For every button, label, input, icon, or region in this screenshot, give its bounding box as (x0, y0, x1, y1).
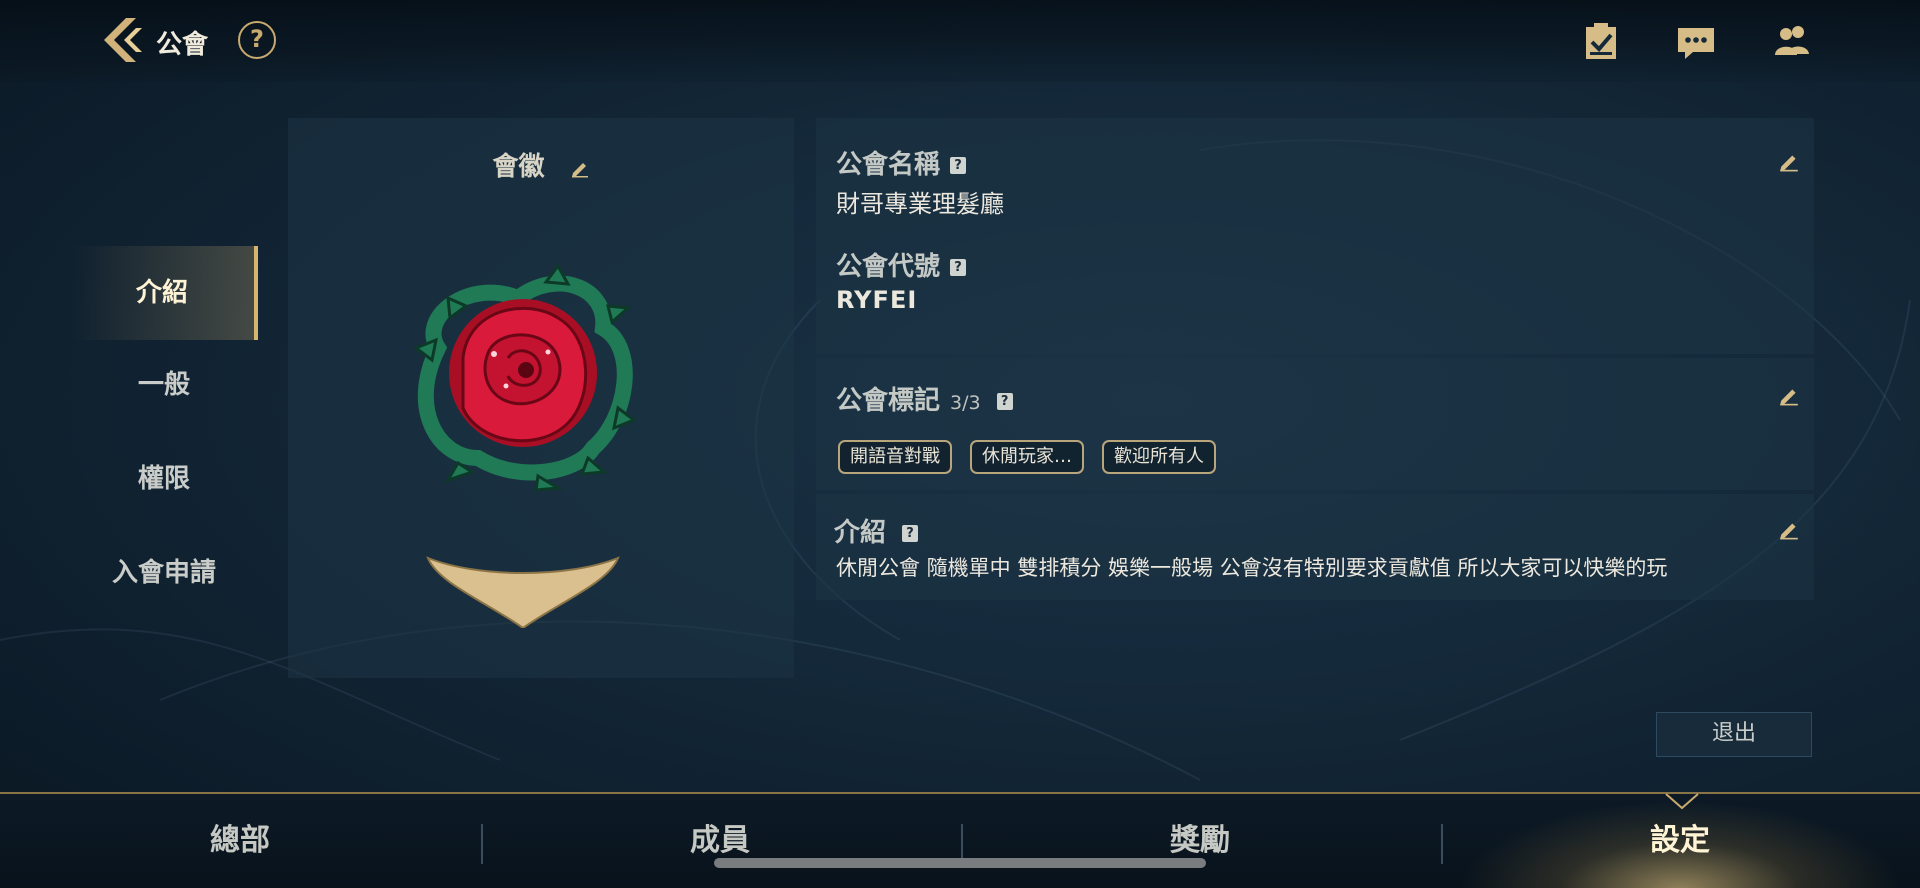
help-button[interactable]: ? (238, 21, 276, 59)
exit-guild-button[interactable]: 退出 (1656, 712, 1812, 757)
guild-name-label-row: 公會名稱? (836, 144, 967, 181)
guild-intro-panel: 介紹? 休閒公會 隨機單中 雙排積分 娛樂一般場 公會沒有特別要求貢獻值 所以大… (816, 494, 1814, 600)
guild-code-help-icon[interactable]: ? (950, 259, 967, 276)
edit-guild-name-icon[interactable] (1778, 150, 1800, 172)
guild-tags-help-icon[interactable]: ? (996, 393, 1013, 410)
emblem-panel: 會徽 (288, 118, 794, 678)
guild-intro-help-icon[interactable]: ? (902, 525, 919, 542)
emblem-title: 會徽 (492, 152, 545, 182)
guild-name-help-icon[interactable]: ? (950, 157, 967, 174)
guild-intro-label: 介紹 (834, 518, 887, 548)
tab-members[interactable]: 成員 (480, 794, 960, 888)
guild-tag[interactable]: 開語音對戰 (838, 440, 952, 474)
top-bar: 公會 ? (0, 0, 1920, 82)
edit-guild-tags-icon[interactable] (1778, 384, 1800, 406)
sidebar-item-join-requests[interactable]: 入會申請 (70, 526, 258, 620)
sidebar-item-intro[interactable]: 介紹 (70, 246, 258, 340)
chat-icon (1678, 28, 1714, 59)
guild-code-label-row: 公會代號? (836, 246, 967, 283)
home-indicator[interactable] (714, 858, 1206, 868)
tab-headquarters[interactable]: 總部 (0, 794, 480, 888)
sidebar-item-permissions[interactable]: 權限 (70, 432, 258, 526)
active-tab-caret-icon (1665, 793, 1699, 810)
guild-tag[interactable]: 休閒玩家… (970, 440, 1084, 474)
guild-name-value: 財哥專業理髮廳 (836, 190, 1004, 218)
rose-emblem-image (412, 263, 638, 628)
emblem-header: 會徽 (288, 146, 794, 183)
checklist-icon (1586, 23, 1616, 59)
guild-tags-count: 3/3 (950, 392, 981, 414)
guild-tags-panel: 公會標記 3/3? 開語音對戰 休閒玩家… 歡迎所有人 (816, 358, 1814, 490)
tab-rewards[interactable]: 獎勵 (960, 794, 1440, 888)
guild-name-label: 公會名稱 (836, 150, 941, 180)
checklist-button[interactable] (1580, 20, 1622, 62)
guild-identity-panel: 公會名稱? 財哥專業理髮廳 公會代號? RYFEI (816, 118, 1814, 354)
edit-guild-intro-icon[interactable] (1778, 518, 1800, 540)
guild-tags-label: 公會標記 (836, 386, 941, 416)
friends-button[interactable] (1771, 20, 1813, 62)
guild-intro-value: 休閒公會 隨機單中 雙排積分 娛樂一般場 公會沒有特別要求貢獻值 所以大家可以快… (836, 556, 1668, 580)
edit-emblem-icon[interactable] (570, 158, 590, 178)
friends-icon (1775, 26, 1809, 55)
guild-code-label: 公會代號 (836, 252, 941, 282)
bottom-tab-bar: 總部 成員 獎勵 設定 (0, 792, 1920, 888)
back-icon (104, 18, 142, 62)
guild-tag[interactable]: 歡迎所有人 (1102, 440, 1216, 474)
chat-button[interactable] (1675, 20, 1717, 62)
back-button[interactable] (96, 14, 144, 66)
sidebar-item-general[interactable]: 一般 (70, 338, 258, 432)
guild-tags-label-row: 公會標記 3/3? (836, 380, 1013, 417)
guild-code-value: RYFEI (836, 286, 918, 314)
page-title: 公會 (156, 30, 209, 60)
guild-intro-label-row: 介紹? (834, 512, 919, 549)
